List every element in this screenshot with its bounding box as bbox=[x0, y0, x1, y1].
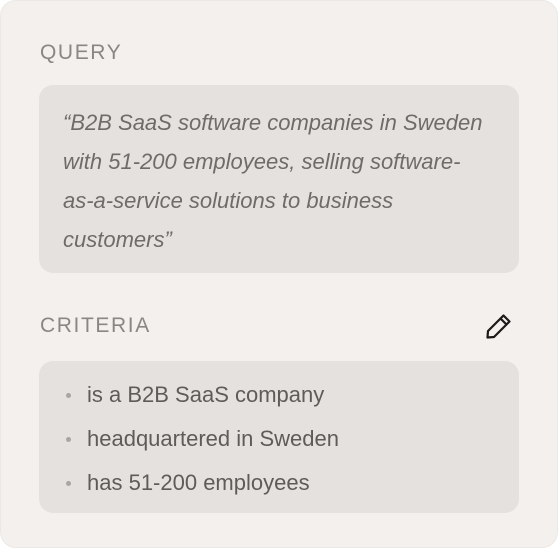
search-details-panel: QUERY “B2B SaaS software companies in Sw… bbox=[0, 0, 558, 548]
criteria-item: has 51-200 employees bbox=[63, 463, 339, 507]
criteria-item: is a B2B SaaS company bbox=[63, 375, 339, 419]
criteria-list: is a B2B SaaS company headquartered in S… bbox=[63, 375, 339, 507]
query-text: “B2B SaaS software companies in Sweden w… bbox=[63, 110, 483, 252]
query-section-label: QUERY bbox=[40, 41, 123, 64]
criteria-section-label: CRITERIA bbox=[40, 314, 151, 337]
criteria-box: is a B2B SaaS company headquartered in S… bbox=[39, 361, 519, 513]
criteria-item-label: is a B2B SaaS company bbox=[87, 382, 325, 407]
criteria-item-label: headquartered in Sweden bbox=[87, 426, 339, 451]
query-box: “B2B SaaS software companies in Sweden w… bbox=[39, 85, 519, 273]
bullet-dot bbox=[66, 393, 71, 398]
criteria-item: headquartered in Sweden bbox=[63, 419, 339, 463]
criteria-item-label: has 51-200 employees bbox=[87, 470, 310, 495]
pencil-icon bbox=[486, 314, 511, 339]
bullet-dot bbox=[66, 481, 71, 486]
edit-criteria-button[interactable] bbox=[480, 307, 518, 345]
bullet-dot bbox=[66, 437, 71, 442]
